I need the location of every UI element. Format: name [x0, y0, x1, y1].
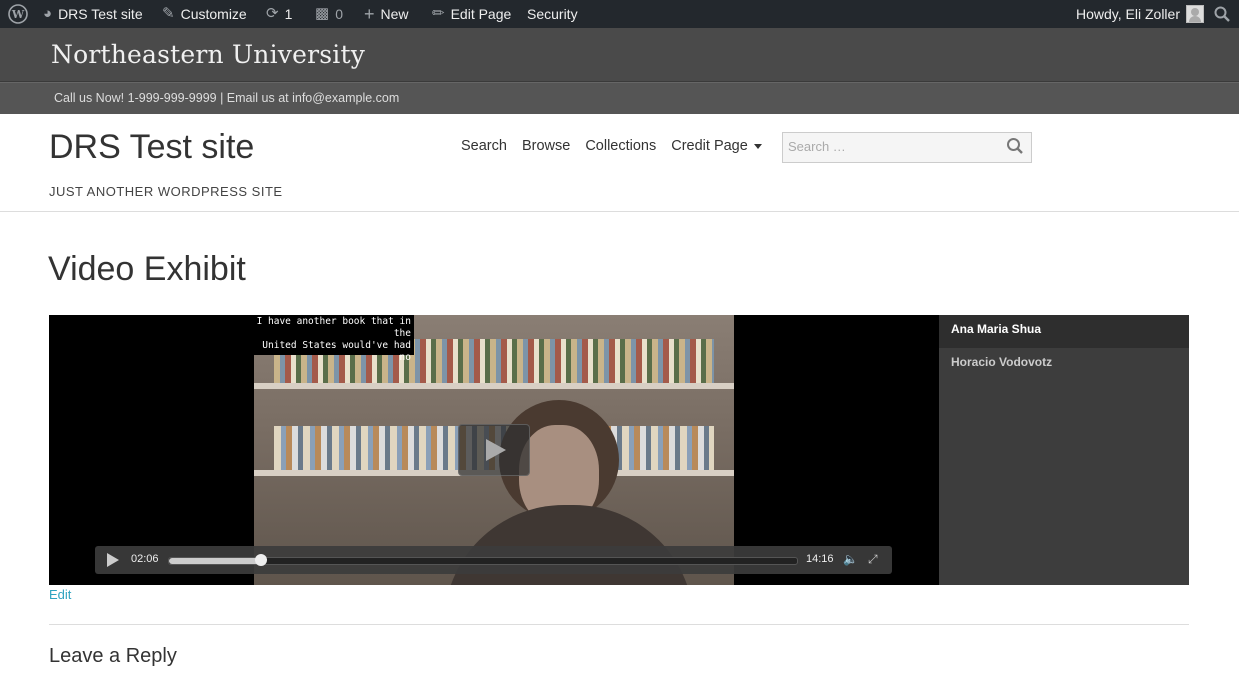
video-caption: I have another book that in the United S…	[254, 315, 414, 363]
howdy-label: Howdy, Eli Zoller	[1076, 6, 1180, 22]
progress-bar[interactable]	[168, 554, 798, 566]
svg-text:W: W	[11, 8, 25, 21]
comments-link[interactable]: ▩ 0	[315, 0, 343, 28]
playlist-item[interactable]: Horacio Vodovotz	[939, 348, 1189, 381]
admin-bar: W ◕ DRS Test site ✎ Customize ⟳ 1 ▩ 0 + …	[0, 0, 1239, 28]
search-input[interactable]	[783, 133, 998, 160]
avatar	[1186, 5, 1204, 23]
progress-fill	[169, 558, 262, 564]
new-label: New	[380, 6, 409, 22]
nav-item-credit-page[interactable]: Credit Page	[671, 138, 762, 154]
new-content-menu[interactable]: + New	[364, 0, 409, 28]
header-divider	[0, 211, 1239, 212]
security-label: Security	[527, 6, 578, 22]
site-name-menu[interactable]: ◕ DRS Test site	[43, 0, 143, 28]
nav-item-browse[interactable]: Browse	[522, 138, 570, 154]
bookshelf	[254, 383, 734, 389]
video-controls: 02:06 14:16 🔈 ⤢	[95, 546, 892, 574]
adminbar-search-icon[interactable]	[1214, 0, 1230, 28]
comments-count: 0	[335, 6, 343, 22]
edit-page-label: Edit Page	[450, 6, 512, 22]
video-player[interactable]: I have another book that in the United S…	[49, 315, 939, 585]
site-name-label: DRS Test site	[58, 6, 143, 22]
brush-icon: ✎	[162, 5, 175, 22]
video-playlist: Ana Maria Shua Horacio Vodovotz	[939, 315, 1189, 585]
caption-line-2: United States would've had no	[262, 340, 411, 363]
contact-text: Call us Now! 1-999-999-9999 | Email us a…	[54, 91, 400, 105]
edit-link[interactable]: Edit	[49, 587, 71, 602]
account-menu[interactable]: Howdy, Eli Zoller	[1076, 0, 1204, 28]
security-menu[interactable]: Security	[527, 0, 578, 28]
reply-heading: Leave a Reply	[49, 645, 177, 667]
caption-line-1: I have another book that in the	[256, 316, 411, 339]
site-description: JUST ANOTHER WORDPRESS SITE	[49, 184, 283, 199]
big-play-button[interactable]	[458, 424, 530, 476]
content-divider	[49, 624, 1189, 625]
updates-count: 1	[284, 6, 293, 22]
contact-bar: Call us Now! 1-999-999-9999 | Email us a…	[0, 82, 1239, 114]
nav-item-collections[interactable]: Collections	[585, 138, 656, 154]
main-nav: Search Browse Collections Credit Page	[461, 138, 762, 154]
updates-link[interactable]: ⟳ 1	[266, 0, 292, 28]
fullscreen-icon[interactable]: ⤢	[868, 552, 878, 567]
progress-handle[interactable]	[255, 554, 268, 566]
caret-down-icon	[753, 143, 762, 149]
customize-link[interactable]: ✎ Customize	[162, 0, 247, 28]
university-name[interactable]: Northeastern University	[51, 40, 365, 69]
edit-page-link[interactable]: ✏ Edit Page	[432, 0, 511, 28]
current-time: 02:06	[131, 553, 159, 565]
search-icon[interactable]	[1006, 137, 1026, 157]
duration: 14:16	[806, 553, 834, 565]
playlist-item[interactable]: Ana Maria Shua	[939, 315, 1189, 348]
volume-icon[interactable]: 🔈	[843, 552, 858, 566]
pencil-icon: ✏	[432, 5, 445, 22]
nav-item-search[interactable]: Search	[461, 138, 507, 154]
site-title[interactable]: DRS Test site	[49, 128, 254, 167]
nav-item-credit-page-label: Credit Page	[671, 138, 748, 154]
wordpress-logo-icon[interactable]: W	[8, 0, 28, 28]
plus-icon: +	[364, 4, 375, 24]
university-banner: Northeastern University	[0, 28, 1239, 82]
customize-label: Customize	[180, 6, 247, 22]
comment-icon: ▩	[315, 5, 330, 22]
play-icon[interactable]	[107, 553, 119, 567]
page-title: Video Exhibit	[48, 250, 246, 288]
refresh-icon: ⟳	[266, 5, 279, 22]
dashboard-icon: ◕	[43, 5, 53, 22]
search-form	[782, 132, 1032, 163]
